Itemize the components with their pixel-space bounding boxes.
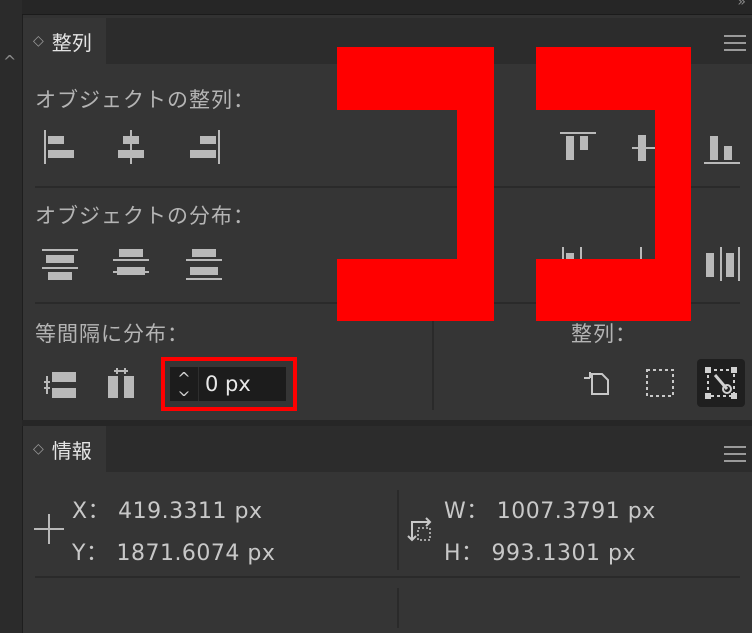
tab-info[interactable]: ◇ 情報 [23,426,106,472]
x-label: X： [72,499,111,524]
tab-toggle-icon[interactable]: ◇ [33,441,44,457]
align-to-artboard-icon[interactable] [582,366,614,400]
tab-align-label: 整列 [51,30,92,55]
tab-toggle-icon[interactable]: ◇ [33,33,44,49]
left-dock-strip: ^ [0,0,23,633]
w-value: 1007.3791 px [496,499,656,524]
panel-menu-icon[interactable] [724,35,746,51]
red-bracket-right-bottom [536,259,691,321]
info-panel: ◇ 情報 [23,426,752,633]
vertical-distribute-space-icon[interactable] [42,368,78,402]
x-coordinate: X： 419.3311 px [72,493,263,525]
dimensions-icon [406,514,436,544]
align-objects-label: オブジェクトの整列： [35,88,255,112]
align-to-selection-icon[interactable] [643,366,677,400]
align-bottom-icon[interactable] [704,130,740,166]
divider [397,588,399,628]
distribute-spacing-label: 等間隔に分布： [35,322,189,346]
chevron-up-icon[interactable]: ^ [3,52,16,71]
top-dock-bar: » [22,0,752,15]
h-label: H： [444,541,484,566]
distribute-objects-label: オブジェクトの分布： [35,204,255,228]
info-tab-bar: ◇ 情報 [23,426,752,472]
divider [35,186,740,188]
distribute-vertical-center-icon[interactable] [113,247,149,283]
align-right-icon[interactable] [186,130,222,166]
distribute-right-icon[interactable] [704,247,740,283]
y-label: Y： [72,541,109,566]
divider [35,576,740,578]
align-to-label: 整列： [571,322,637,346]
panel-menu-icon[interactable] [724,446,746,462]
y-value: 1871.6074 px [116,541,276,566]
align-horizontal-center-icon[interactable] [113,130,149,166]
width-value: W： 1007.3791 px [444,493,656,525]
align-to-key-object-icon[interactable] [697,359,745,407]
highlight-box [161,357,297,411]
crosshair-icon [34,514,64,544]
distribute-top-icon[interactable] [42,247,78,283]
y-coordinate: Y： 1871.6074 px [72,535,275,567]
h-value: 993.1301 px [491,541,636,566]
tab-align[interactable]: ◇ 整列 [23,18,106,64]
align-top-icon[interactable] [560,130,596,166]
divider [432,318,434,410]
red-bracket-left-bottom [337,259,494,321]
collapse-panels-icon[interactable]: » [737,0,746,10]
horizontal-distribute-space-icon[interactable] [106,366,138,402]
align-left-icon[interactable] [42,130,78,166]
tab-info-label: 情報 [51,438,92,463]
height-value: H： 993.1301 px [444,535,636,567]
divider [397,490,399,570]
distribute-bottom-icon[interactable] [186,247,222,283]
w-label: W： [444,499,489,524]
x-value: 419.3311 px [118,499,263,524]
